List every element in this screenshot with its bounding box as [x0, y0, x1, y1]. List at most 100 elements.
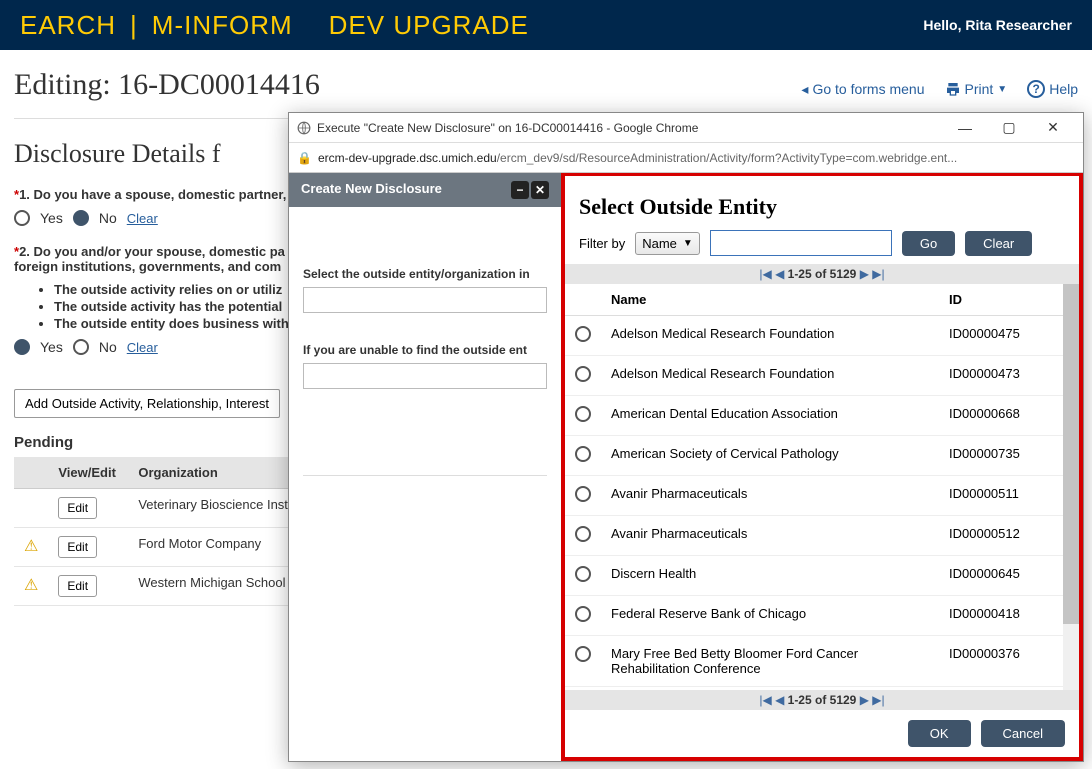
entity-table: Name ID Adelson Medical Research Foundat… [565, 284, 1079, 687]
edit-button[interactable]: Edit [58, 536, 97, 558]
pager-next-icon[interactable]: ▶ [860, 267, 869, 281]
warn-cell: ⚠ [14, 567, 48, 606]
entity-radio[interactable] [575, 566, 591, 582]
entity-name: Adelson Medical Research Foundation [601, 316, 939, 356]
pager-first-icon[interactable]: |◀ [759, 267, 771, 281]
globe-icon [297, 121, 311, 135]
add-activity-button[interactable]: Add Outside Activity, Relationship, Inte… [14, 389, 280, 418]
ok-button[interactable]: OK [908, 720, 971, 747]
print-icon [945, 81, 961, 97]
left-prompt2: If you are unable to find the outside en… [303, 343, 547, 357]
edit-button[interactable]: Edit [58, 575, 97, 597]
brand: EARCH | M-INFORM DEV UPGRADE [20, 10, 529, 41]
col-id: ID [939, 284, 1079, 316]
cancel-button[interactable]: Cancel [981, 720, 1065, 747]
entity-radio[interactable] [575, 366, 591, 382]
q2-no-radio[interactable] [73, 339, 89, 355]
chevron-left-icon: ◂ [801, 81, 808, 98]
entity-row[interactable]: American Society of Cervical PathologyID… [565, 436, 1079, 476]
pager-top: |◀ ◀ 1-25 of 5129 ▶ ▶| [565, 264, 1079, 284]
entity-radio[interactable] [575, 486, 591, 502]
scrollbar[interactable] [1063, 284, 1079, 690]
entity-name: Avanir Pharmaceuticals [601, 516, 939, 556]
q2-no-label: No [99, 339, 117, 355]
chrome-window-controls: — ▢ ✕ [943, 114, 1075, 142]
select-entity-title: Select Outside Entity [565, 176, 1079, 230]
filter-input[interactable] [710, 230, 892, 256]
go-button[interactable]: Go [902, 231, 955, 256]
filter-dropdown-value: Name [642, 236, 677, 251]
address-bar: 🔒 ercm-dev-upgrade.dsc.umich.edu/ercm_de… [289, 143, 1083, 173]
entity-id: ID00000735 [939, 436, 1079, 476]
filter-dropdown[interactable]: Name ▼ [635, 232, 700, 255]
close-button[interactable]: ✕ [1031, 114, 1075, 142]
entity-row[interactable]: Avanir PharmaceuticalsID00000512 [565, 516, 1079, 556]
help-icon: ? [1027, 80, 1045, 98]
modal-header: Create New Disclosure − ✕ [289, 173, 561, 207]
warn-cell [14, 489, 48, 528]
entity-row[interactable]: Adelson Medical Research FoundationID000… [565, 316, 1079, 356]
entity-row[interactable]: Discern HealthID00000645 [565, 556, 1079, 596]
left-pane: Create New Disclosure − ✕ Select the out… [289, 173, 561, 761]
chevron-down-icon: ▼ [683, 238, 693, 249]
filter-label: Filter by [579, 236, 625, 251]
pager-first-icon[interactable]: |◀ [759, 693, 771, 707]
top-banner: EARCH | M-INFORM DEV UPGRADE Hello, Rita… [0, 0, 1092, 50]
entity-radio[interactable] [575, 646, 591, 662]
entity-radio[interactable] [575, 406, 591, 422]
url-host: ercm-dev-upgrade.dsc.umich.edu [318, 151, 497, 165]
left-divider [303, 475, 547, 476]
filter-row: Filter by Name ▼ Go Clear [565, 230, 1079, 264]
q1-no-label: No [99, 210, 117, 226]
select-entity-panel: Select Outside Entity Filter by Name ▼ G… [561, 173, 1083, 761]
entity-text-field[interactable] [303, 363, 547, 389]
entity-radio[interactable] [575, 446, 591, 462]
chevron-down-icon: ▼ [997, 84, 1007, 95]
modal-footer: OK Cancel [565, 710, 1079, 757]
entity-radio[interactable] [575, 526, 591, 542]
maximize-button[interactable]: ▢ [987, 114, 1031, 142]
entity-radio[interactable] [575, 606, 591, 622]
warning-icon: ⚠ [24, 538, 38, 555]
q2-clear-link[interactable]: Clear [127, 340, 158, 355]
q1-clear-link[interactable]: Clear [127, 211, 158, 226]
entity-list: Name ID Adelson Medical Research Foundat… [565, 284, 1079, 690]
minimize-button[interactable]: — [943, 114, 987, 142]
q2-yes-radio[interactable] [14, 339, 30, 355]
q1-yes-radio[interactable] [14, 210, 30, 226]
pager-next-icon[interactable]: ▶ [860, 693, 869, 707]
modal-minimize-icon[interactable]: − [511, 181, 529, 199]
entity-id: ID00000668 [939, 396, 1079, 436]
pager-prev-icon[interactable]: ◀ [775, 267, 784, 281]
pager-text: 1-25 of 5129 [788, 693, 857, 707]
entity-row[interactable]: Avanir PharmaceuticalsID00000511 [565, 476, 1079, 516]
entity-name: Discern Health [601, 556, 939, 596]
help-link[interactable]: ? Help [1027, 80, 1078, 98]
clear-button[interactable]: Clear [965, 231, 1032, 256]
modal-close-icon[interactable]: ✕ [531, 181, 549, 199]
chrome-popup-window: Execute "Create New Disclosure" on 16-DC… [288, 112, 1084, 762]
warn-cell: ⚠ [14, 528, 48, 567]
col-name: Name [601, 284, 939, 316]
entity-row[interactable]: Mary Free Bed Betty Bloomer Ford Cancer … [565, 636, 1079, 687]
print-label: Print [965, 81, 994, 97]
pager-bottom: |◀ ◀ 1-25 of 5129 ▶ ▶| [565, 690, 1079, 710]
entity-row[interactable]: Adelson Medical Research FoundationID000… [565, 356, 1079, 396]
forms-menu-link[interactable]: ◂ Go to forms menu [801, 81, 924, 98]
edit-button[interactable]: Edit [58, 497, 97, 519]
q1-no-radio[interactable] [73, 210, 89, 226]
pager-prev-icon[interactable]: ◀ [775, 693, 784, 707]
entity-row[interactable]: American Dental Education AssociationID0… [565, 396, 1079, 436]
page-title: Editing: 16-DC00014416 [14, 68, 320, 102]
pager-last-icon[interactable]: ▶| [872, 693, 884, 707]
brand-divider: | [130, 10, 138, 41]
entity-radio[interactable] [575, 326, 591, 342]
print-link[interactable]: Print ▼ [945, 81, 1008, 97]
pager-last-icon[interactable]: ▶| [872, 267, 884, 281]
entity-name: American Dental Education Association [601, 396, 939, 436]
entity-select-field[interactable] [303, 287, 547, 313]
warning-icon: ⚠ [24, 577, 38, 594]
q1-yes-label: Yes [40, 210, 63, 226]
help-label: Help [1049, 81, 1078, 97]
entity-row[interactable]: Federal Reserve Bank of ChicagoID0000041… [565, 596, 1079, 636]
